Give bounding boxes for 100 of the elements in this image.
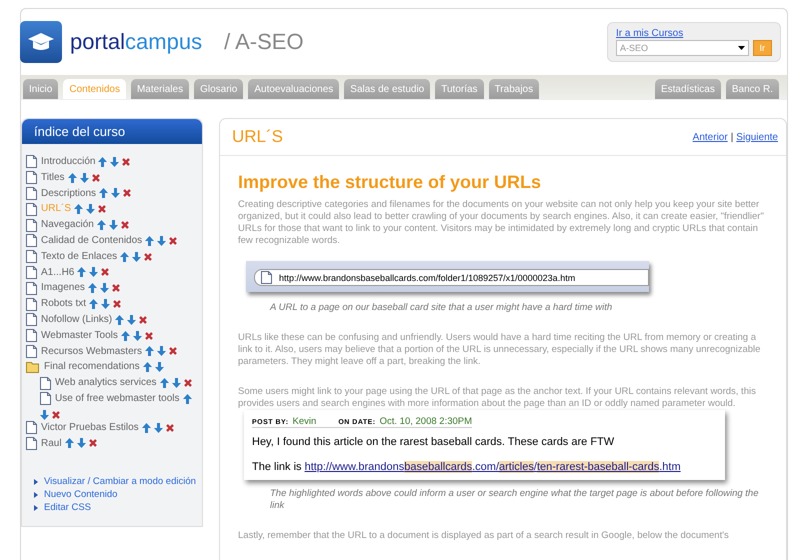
course-title: / A-SEO xyxy=(224,29,304,55)
document-icon xyxy=(26,250,37,264)
tree-item[interactable]: Raul xyxy=(41,436,62,452)
document-icon xyxy=(26,202,37,216)
sidebar-link[interactable]: Editar CSS xyxy=(44,501,91,514)
tree-item[interactable]: Navegación xyxy=(41,217,94,233)
up-arrow-icon[interactable] xyxy=(145,236,154,246)
delete-icon[interactable] xyxy=(112,284,120,292)
up-arrow-icon[interactable] xyxy=(74,204,84,214)
caret-icon xyxy=(738,46,744,50)
down-arrow-icon[interactable] xyxy=(80,172,89,183)
down-arrow-icon[interactable] xyxy=(110,156,120,167)
panel-title: índice del curso xyxy=(22,119,202,144)
up-arrow-icon[interactable] xyxy=(142,362,152,372)
up-arrow-icon[interactable] xyxy=(77,267,86,278)
down-arrow-icon[interactable] xyxy=(132,252,142,262)
delete-icon[interactable] xyxy=(92,174,100,182)
document-icon xyxy=(26,218,37,232)
delete-icon[interactable] xyxy=(120,221,129,230)
document-icon xyxy=(40,392,51,406)
down-arrow-icon[interactable] xyxy=(86,204,96,214)
up-arrow-icon[interactable] xyxy=(88,283,97,294)
delete-icon[interactable] xyxy=(98,205,106,214)
delete-icon[interactable] xyxy=(144,252,152,261)
article-link[interactable]: http://www.brandonsbaseballcards.com/articles/ten-rarest-baseball-cards.htm xyxy=(304,461,681,473)
document-icon xyxy=(26,234,37,248)
delete-icon[interactable] xyxy=(52,410,60,419)
tree-item[interactable]: Use of free webmaster tools xyxy=(55,390,180,407)
delete-icon[interactable] xyxy=(166,424,174,432)
down-arrow-icon[interactable] xyxy=(40,410,49,420)
sidebar-link[interactable]: Nuevo Contenido xyxy=(44,488,118,502)
down-arrow-icon[interactable] xyxy=(111,188,120,198)
previous-link[interactable]: Anterior xyxy=(692,132,728,142)
down-arrow-icon[interactable] xyxy=(89,267,98,278)
document-icon xyxy=(26,266,37,279)
up-arrow-icon[interactable] xyxy=(115,314,124,325)
tree-item[interactable]: Recursos Webmasters xyxy=(41,344,142,360)
down-arrow-icon[interactable] xyxy=(154,362,164,372)
tree-item[interactable]: Descriptions xyxy=(41,186,96,202)
delete-icon[interactable] xyxy=(144,332,153,340)
up-arrow-icon[interactable] xyxy=(68,172,77,183)
document-icon xyxy=(26,186,37,200)
down-arrow-icon[interactable] xyxy=(154,422,163,433)
tree-item[interactable]: Nofollow (Links) xyxy=(41,312,112,328)
delete-icon[interactable] xyxy=(139,316,148,324)
paragraph: Creating descriptive categories and filenames for the documents on your website can not only help you keep your site better organized, but it could also lead to better crawling of your documents by search engines. Also, it can create easier, "friendlier" URLs for those that want to link to your content. Visitors may be intimidated by extremely long and cryptic URLs that contain few recognizable words. xyxy=(238,199,765,247)
tree-item[interactable]: Web analytics services xyxy=(55,375,157,391)
tree-item[interactable]: Texto de Enlaces xyxy=(41,248,118,265)
tree-item[interactable]: A1...H6 xyxy=(41,264,74,280)
up-arrow-icon[interactable] xyxy=(144,346,154,356)
delete-icon[interactable] xyxy=(123,189,132,198)
post-author: Kevin xyxy=(292,416,316,427)
up-arrow-icon[interactable] xyxy=(120,330,130,341)
tree-item[interactable]: Webmaster Tools xyxy=(41,328,118,344)
tree-item[interactable]: Imagenes xyxy=(41,280,85,296)
next-link[interactable]: Siguiente xyxy=(736,132,778,142)
up-arrow-icon[interactable] xyxy=(99,188,108,198)
paragraph: Some users might link to your page using the URL of that page as the anchor text. If your URL contains relevant words, this provides users and search engines with more information about the page than an ID or oddly named parameter would. xyxy=(238,386,757,410)
sidebar-link[interactable]: Visualizar / Cambiar a modo edición xyxy=(44,475,196,488)
tree-item[interactable]: Introducción xyxy=(41,154,96,170)
tree-item[interactable]: Victor Pruebas Estilos xyxy=(41,420,139,436)
image-caption: The highlighted words above could inform a user or search engine what the target page is about before following the link xyxy=(269,488,760,512)
up-arrow-icon[interactable] xyxy=(89,299,98,310)
up-arrow-icon[interactable] xyxy=(98,156,108,167)
up-arrow-icon[interactable] xyxy=(64,438,74,448)
up-arrow-icon[interactable] xyxy=(160,378,169,388)
down-arrow-icon[interactable] xyxy=(172,378,181,388)
course-select[interactable]: A-SEO xyxy=(616,40,748,56)
delete-icon[interactable] xyxy=(169,236,178,245)
delete-icon[interactable] xyxy=(168,347,177,356)
graduation-cap-icon xyxy=(20,21,62,63)
delete-icon[interactable] xyxy=(122,158,130,166)
document-icon xyxy=(26,436,37,450)
post-link-line: The link is http://www.brandonsbaseballcards.com/articles/ten-rarest-baseball-cards.htm xyxy=(252,461,682,474)
up-arrow-icon[interactable] xyxy=(96,220,106,230)
tree-item[interactable]: Robots txt xyxy=(41,296,86,312)
up-arrow-icon[interactable] xyxy=(142,422,151,433)
delete-icon[interactable] xyxy=(184,379,192,388)
down-arrow-icon[interactable] xyxy=(132,330,142,341)
my-courses-link[interactable]: Ir a mis Cursos xyxy=(616,28,772,39)
folder-icon xyxy=(26,361,40,374)
delete-icon[interactable] xyxy=(113,300,122,308)
tree-item[interactable]: Final recomendations xyxy=(44,359,140,376)
down-arrow-icon[interactable] xyxy=(76,438,86,448)
delete-icon[interactable] xyxy=(88,439,97,448)
delete-icon[interactable] xyxy=(101,268,110,276)
tree-item[interactable]: Titles xyxy=(41,170,65,186)
down-arrow-icon[interactable] xyxy=(127,314,136,325)
article-heading: Improve the structure of your URLs xyxy=(238,172,542,193)
document-icon xyxy=(26,421,37,434)
down-arrow-icon[interactable] xyxy=(100,283,109,294)
down-arrow-icon[interactable] xyxy=(101,299,110,310)
up-arrow-icon[interactable] xyxy=(182,394,192,404)
down-arrow-icon[interactable] xyxy=(157,236,166,246)
document-icon xyxy=(40,376,51,390)
document-icon xyxy=(26,171,37,184)
up-arrow-icon[interactable] xyxy=(120,252,130,262)
down-arrow-icon[interactable] xyxy=(156,346,166,356)
tree-item[interactable]: Calidad de Contenidos xyxy=(41,232,142,249)
down-arrow-icon[interactable] xyxy=(108,220,118,230)
